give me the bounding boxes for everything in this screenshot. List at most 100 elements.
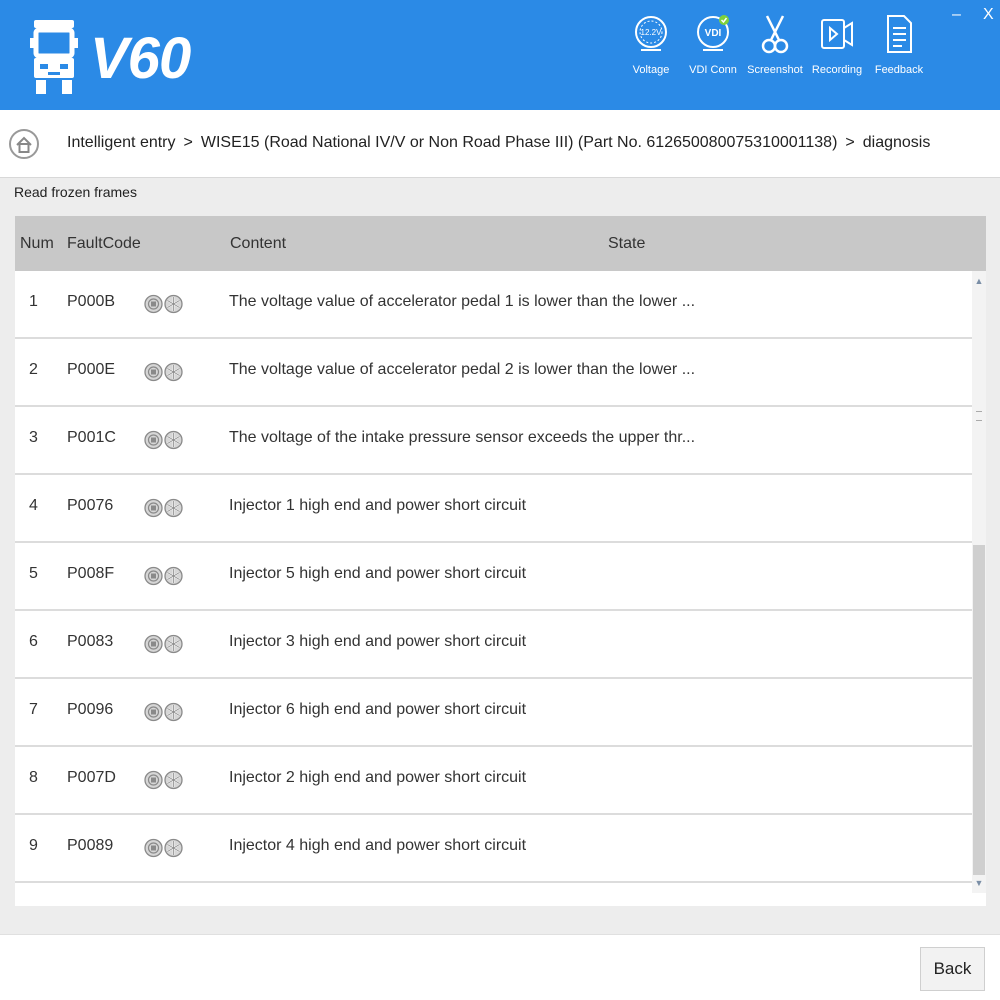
snowflake-icon[interactable] xyxy=(164,765,183,795)
table-row[interactable]: 9 P0089 Injector 4 high end and power shor… xyxy=(15,815,972,883)
vdi-conn-button[interactable]: VDI VDI Conn xyxy=(683,12,743,76)
app-header: V60 12.2V Voltage VDI VDI Conn Screensho… xyxy=(0,0,1000,110)
snowflake-icon[interactable] xyxy=(164,357,183,387)
snowflake-icon[interactable] xyxy=(164,833,183,863)
row-content: Injector 2 high end and power short circ… xyxy=(229,769,527,786)
column-header-num: Num xyxy=(20,235,54,252)
snowflake-icon[interactable] xyxy=(164,697,183,727)
home-icon[interactable] xyxy=(8,122,40,166)
row-fault-code: P008F xyxy=(67,565,115,582)
frozen-frame-icon[interactable] xyxy=(144,493,163,523)
row-icons xyxy=(144,493,184,523)
row-icons xyxy=(144,765,184,795)
breadcrumb-item-diagnosis[interactable]: diagnosis xyxy=(863,134,931,151)
row-fault-code: P000B xyxy=(67,293,116,310)
row-icons xyxy=(144,833,184,863)
scissors-icon xyxy=(761,15,789,54)
row-content: The voltage of the intake pressure senso… xyxy=(229,429,696,446)
recording-label: Recording xyxy=(811,64,863,76)
app-brand: V60 xyxy=(90,26,191,91)
row-icons xyxy=(144,697,184,727)
screenshot-label: Screenshot xyxy=(747,64,803,76)
row-icons xyxy=(144,629,184,659)
table-row[interactable]: 7 P0096 Injector 6 high end and power shor… xyxy=(15,679,972,747)
bottom-bar: Back xyxy=(0,934,1000,1000)
row-num: 2 xyxy=(29,361,38,378)
row-num: 8 xyxy=(29,769,38,786)
row-fault-code: P0076 xyxy=(67,497,114,514)
row-fault-code: P0089 xyxy=(67,837,114,854)
frozen-frame-icon[interactable] xyxy=(144,289,163,319)
scroll-up-arrow-icon[interactable]: ▲ xyxy=(972,273,986,289)
frozen-frame-icon[interactable] xyxy=(144,425,163,455)
breadcrumb-separator: > xyxy=(845,134,855,151)
row-content: Injector 6 high end and power short circ… xyxy=(229,701,527,718)
snowflake-icon[interactable] xyxy=(164,493,183,523)
table-body: 1 P000B The voltage value of accelerator p… xyxy=(15,271,972,893)
row-icons xyxy=(144,289,184,319)
row-fault-code: P001C xyxy=(67,429,116,446)
scrollbar-thumb[interactable] xyxy=(973,545,985,875)
table-row[interactable]: 8 P007D Injector 2 high end and power shor… xyxy=(15,747,972,815)
row-num: 4 xyxy=(29,497,38,514)
breadcrumb-item-wise15[interactable]: WISE15 (Road National IV/V or Non Road P… xyxy=(201,134,838,151)
vdi-conn-label: VDI Conn xyxy=(689,64,737,76)
fault-code-table: Num FaultCode Content State 1 P000B The vo… xyxy=(15,216,986,906)
row-content: Injector 1 high end and power short circ… xyxy=(229,497,527,514)
column-header-state: State xyxy=(608,235,646,252)
snowflake-icon[interactable] xyxy=(164,289,183,319)
row-num: 3 xyxy=(29,429,38,446)
frozen-frame-icon[interactable] xyxy=(144,833,163,863)
row-content: Injector 5 high end and power short circ… xyxy=(229,565,527,582)
truck-icon xyxy=(30,20,78,94)
feedback-button[interactable]: Feedback xyxy=(869,12,929,76)
voltage-gauge-icon: 12.2V xyxy=(635,16,667,51)
row-content: The voltage value of accelerator pedal 1… xyxy=(229,293,696,310)
recording-button[interactable]: Recording xyxy=(807,12,867,76)
breadcrumb-bar: Intelligent entry > WISE15 (Road National … xyxy=(0,110,1000,178)
close-button[interactable]: X xyxy=(983,6,994,24)
snowflake-icon[interactable] xyxy=(164,561,183,591)
scrollbar-grip xyxy=(976,411,982,421)
voltage-value: 12.2V xyxy=(641,28,663,37)
table-row[interactable]: 5 P008F Injector 5 high end and power shor… xyxy=(15,543,972,611)
row-fault-code: P0083 xyxy=(67,633,114,650)
voltage-label: Voltage xyxy=(632,64,670,76)
breadcrumb: Intelligent entry > WISE15 (Road National … xyxy=(67,134,930,152)
voltage-button[interactable]: 12.2V Voltage xyxy=(621,12,681,76)
screenshot-button[interactable]: Screenshot xyxy=(745,12,805,76)
frozen-frame-icon[interactable] xyxy=(144,357,163,387)
table-row[interactable]: 1 P000B The voltage value of accelerator p… xyxy=(15,271,972,339)
frozen-frame-icon[interactable] xyxy=(144,629,163,659)
minimize-button[interactable]: – xyxy=(952,6,961,24)
column-header-content: Content xyxy=(230,235,287,252)
row-num: 9 xyxy=(29,837,38,854)
table-header: Num FaultCode Content State xyxy=(15,216,986,271)
table-row[interactable]: 3 P001C The voltage of the intake pressure… xyxy=(15,407,972,475)
row-content: Injector 4 high end and power short circ… xyxy=(229,837,527,854)
back-button[interactable]: Back xyxy=(920,947,985,991)
row-fault-code: P000E xyxy=(67,361,116,378)
frozen-frame-icon[interactable] xyxy=(144,765,163,795)
table-row[interactable]: 4 P0076 Injector 1 high end and power shor… xyxy=(15,475,972,543)
row-fault-code: P0096 xyxy=(67,701,114,718)
row-icons xyxy=(144,357,184,387)
row-fault-code: P007D xyxy=(67,769,116,786)
frozen-frame-icon[interactable] xyxy=(144,561,163,591)
feedback-label: Feedback xyxy=(874,64,924,76)
table-row[interactable]: 6 P0083 Injector 3 high end and power shor… xyxy=(15,611,972,679)
snowflake-icon[interactable] xyxy=(164,425,183,455)
column-header-faultcode: FaultCode xyxy=(67,235,141,252)
row-icons xyxy=(144,425,184,455)
scroll-down-arrow-icon[interactable]: ▼ xyxy=(972,875,986,891)
vdi-badge: VDI xyxy=(705,28,722,39)
video-camera-icon xyxy=(821,19,853,49)
snowflake-icon[interactable] xyxy=(164,629,183,659)
row-num: 5 xyxy=(29,565,38,582)
row-num: 7 xyxy=(29,701,38,718)
breadcrumb-item-intelligent-entry[interactable]: Intelligent entry xyxy=(67,134,176,151)
table-scrollbar[interactable]: ▲ ▼ xyxy=(972,271,986,893)
table-row[interactable]: 2 P000E The voltage value of accelerator p… xyxy=(15,339,972,407)
frozen-frame-icon[interactable] xyxy=(144,697,163,727)
row-num: 6 xyxy=(29,633,38,650)
